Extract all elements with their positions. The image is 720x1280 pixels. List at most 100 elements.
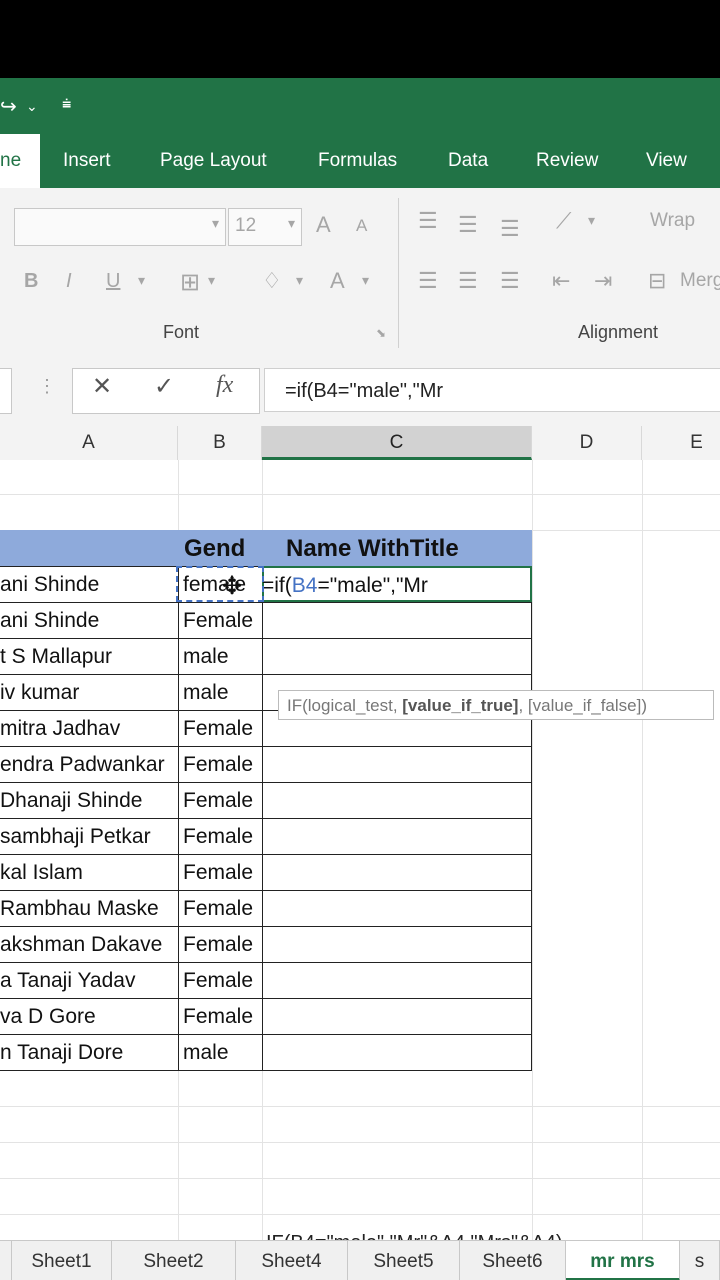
decrease-indent-icon[interactable]: ⇤ <box>552 268 570 294</box>
align-middle-icon[interactable]: ☰ <box>458 212 478 238</box>
redo-icon[interactable]: ↪ <box>0 94 17 119</box>
tab-insert[interactable]: Insert <box>63 134 111 188</box>
merge-center-button[interactable]: Merg <box>680 270 720 292</box>
tab-review[interactable]: Review <box>536 134 598 188</box>
cell-name[interactable]: n Tanaji Dore <box>0 1034 176 1070</box>
cell-name[interactable]: Dhanaji Shinde <box>0 782 176 818</box>
column-header-d[interactable]: D <box>532 426 642 460</box>
cell-gender[interactable]: Female <box>183 710 261 746</box>
cell-name[interactable]: t S Mallapur <box>0 638 176 674</box>
cell-name[interactable]: endra Padwankar <box>0 746 176 782</box>
cell-gender[interactable]: Female <box>183 782 261 818</box>
cell-name[interactable]: kal Islam <box>0 854 176 890</box>
cell-gender[interactable]: Female <box>183 818 261 854</box>
sheet-tab-mr-mrs[interactable]: mr mrs <box>566 1241 680 1280</box>
tab-data[interactable]: Data <box>448 134 488 188</box>
borders-icon[interactable]: ⊞ <box>180 268 200 297</box>
cell-name[interactable]: a Tanaji Yadav <box>0 962 176 998</box>
orientation-icon[interactable]: ⟋ <box>556 208 571 234</box>
tab-home[interactable]: ne <box>0 134 40 188</box>
chevron-down-icon: ▾ <box>287 215 295 231</box>
formula-input[interactable]: =if(B4="male","Mr <box>264 368 720 412</box>
align-right-icon[interactable]: ☰ <box>500 268 520 294</box>
insert-function-icon[interactable]: fx <box>216 372 233 399</box>
chevron-down-icon[interactable]: ▾ <box>588 212 595 229</box>
chevron-down-icon[interactable]: ▾ <box>362 272 369 289</box>
font-color-button[interactable]: A <box>330 268 345 294</box>
font-name-dropdown[interactable]: ▾ <box>14 208 226 246</box>
italic-button[interactable]: I <box>66 270 72 293</box>
cell-name[interactable]: va D Gore <box>0 998 176 1034</box>
cell-gender[interactable]: Female <box>183 926 261 962</box>
cell-name[interactable]: Rambhau Maske <box>0 890 176 926</box>
column-header-e[interactable]: E <box>642 426 720 460</box>
sheet-tab-s[interactable]: s <box>680 1241 720 1280</box>
worksheet-grid[interactable]: Gend Name WithTitle ani Shinde female ani … <box>0 460 720 1254</box>
customize-toolbar-icon[interactable]: ⩧ <box>62 96 71 114</box>
cell-gender[interactable]: Female <box>183 890 261 926</box>
column-header-b[interactable]: B <box>178 426 262 460</box>
column-header-c[interactable]: C <box>262 426 532 460</box>
gridline <box>0 494 720 495</box>
chevron-down-icon[interactable]: ▾ <box>138 272 145 289</box>
cell-gender[interactable]: male <box>183 674 261 710</box>
cell-name[interactable]: iv kumar <box>0 674 176 710</box>
align-left-icon[interactable]: ☰ <box>418 268 438 294</box>
sheet-tab-sheet4[interactable]: Sheet4 <box>236 1241 348 1280</box>
chevron-down-icon: ▾ <box>211 215 219 231</box>
bold-button[interactable]: B <box>24 270 38 293</box>
ribbon: ▾ 12 ▾ A A B I U ▾ ⊞ ▾ ♢ ▾ A ▾ Font ⬊ ☰ … <box>0 188 720 359</box>
cell-name[interactable]: akshman Dakave <box>0 926 176 962</box>
cell-gender[interactable]: Female <box>183 854 261 890</box>
cell-gender[interactable]: Female <box>183 998 261 1034</box>
cell-gender[interactable]: Female <box>183 746 261 782</box>
sheet-tab-bar: Sheet1 Sheet2 Sheet4 Sheet5 Sheet6 mr mr… <box>0 1240 720 1280</box>
shrink-font-button[interactable]: A <box>356 216 367 236</box>
gridline <box>532 460 533 1250</box>
font-group-label: Font <box>163 322 200 342</box>
gridline <box>0 1106 720 1107</box>
sheet-tab-sheet2[interactable]: Sheet2 <box>112 1241 236 1280</box>
merge-icon[interactable]: ⊟ <box>648 268 666 294</box>
tab-page-layout[interactable]: Page Layout <box>160 134 267 188</box>
enter-icon[interactable]: ✓ <box>154 372 174 401</box>
cell-name[interactable]: mitra Jadhav <box>0 710 176 746</box>
grow-font-button[interactable]: A <box>316 212 331 238</box>
name-box[interactable] <box>0 368 12 414</box>
excel-window: ↪ ⌄ ⩧ ne Insert Page Layout Formulas Dat… <box>0 78 720 1280</box>
device-top-bar <box>0 0 720 78</box>
chevron-down-icon[interactable]: ▾ <box>296 272 303 289</box>
tab-formulas[interactable]: Formulas <box>318 134 397 188</box>
formula-bar: ⋮ ✕ ✓ fx =if(B4="male","Mr <box>0 358 720 427</box>
cell-gender[interactable]: male <box>183 638 261 674</box>
cell-gender[interactable]: Female <box>183 602 261 638</box>
chevron-down-icon[interactable]: ⌄ <box>26 98 38 115</box>
cancel-icon[interactable]: ✕ <box>92 372 112 401</box>
header-gender[interactable]: Gend <box>184 530 260 566</box>
cell-name[interactable]: sambhaji Petkar <box>0 818 176 854</box>
underline-button[interactable]: U <box>106 270 120 293</box>
gridline <box>642 460 643 1250</box>
cell-name[interactable]: ani Shinde <box>0 602 176 638</box>
cursor-icon: ✥ <box>222 573 243 600</box>
sheet-scroll-left[interactable] <box>0 1241 12 1280</box>
fill-color-icon[interactable]: ♢ <box>262 268 282 294</box>
header-name-with-title[interactable]: Name WithTitle <box>286 530 530 566</box>
active-cell[interactable]: =if(B4="male","Mr <box>262 566 532 602</box>
chevron-down-icon[interactable]: ▾ <box>208 272 215 289</box>
tab-view[interactable]: View <box>646 134 687 188</box>
cell-gender[interactable]: male <box>183 1034 261 1070</box>
align-center-icon[interactable]: ☰ <box>458 268 478 294</box>
align-top-icon[interactable]: ☰ <box>418 208 438 234</box>
column-header-a[interactable]: A <box>0 426 178 460</box>
font-size-dropdown[interactable]: 12 ▾ <box>228 208 302 246</box>
sheet-tab-sheet1[interactable]: Sheet1 <box>12 1241 112 1280</box>
align-bottom-icon[interactable]: ☰ <box>500 216 520 242</box>
increase-indent-icon[interactable]: ⇥ <box>594 268 612 294</box>
sheet-tab-sheet5[interactable]: Sheet5 <box>348 1241 460 1280</box>
sheet-tab-sheet6[interactable]: Sheet6 <box>460 1241 566 1280</box>
dialog-launcher-icon[interactable]: ⬊ <box>376 326 386 340</box>
cell-gender[interactable]: Female <box>183 962 261 998</box>
cell-name[interactable]: ani Shinde <box>0 566 176 602</box>
wrap-text-button[interactable]: Wrap <box>650 210 695 232</box>
